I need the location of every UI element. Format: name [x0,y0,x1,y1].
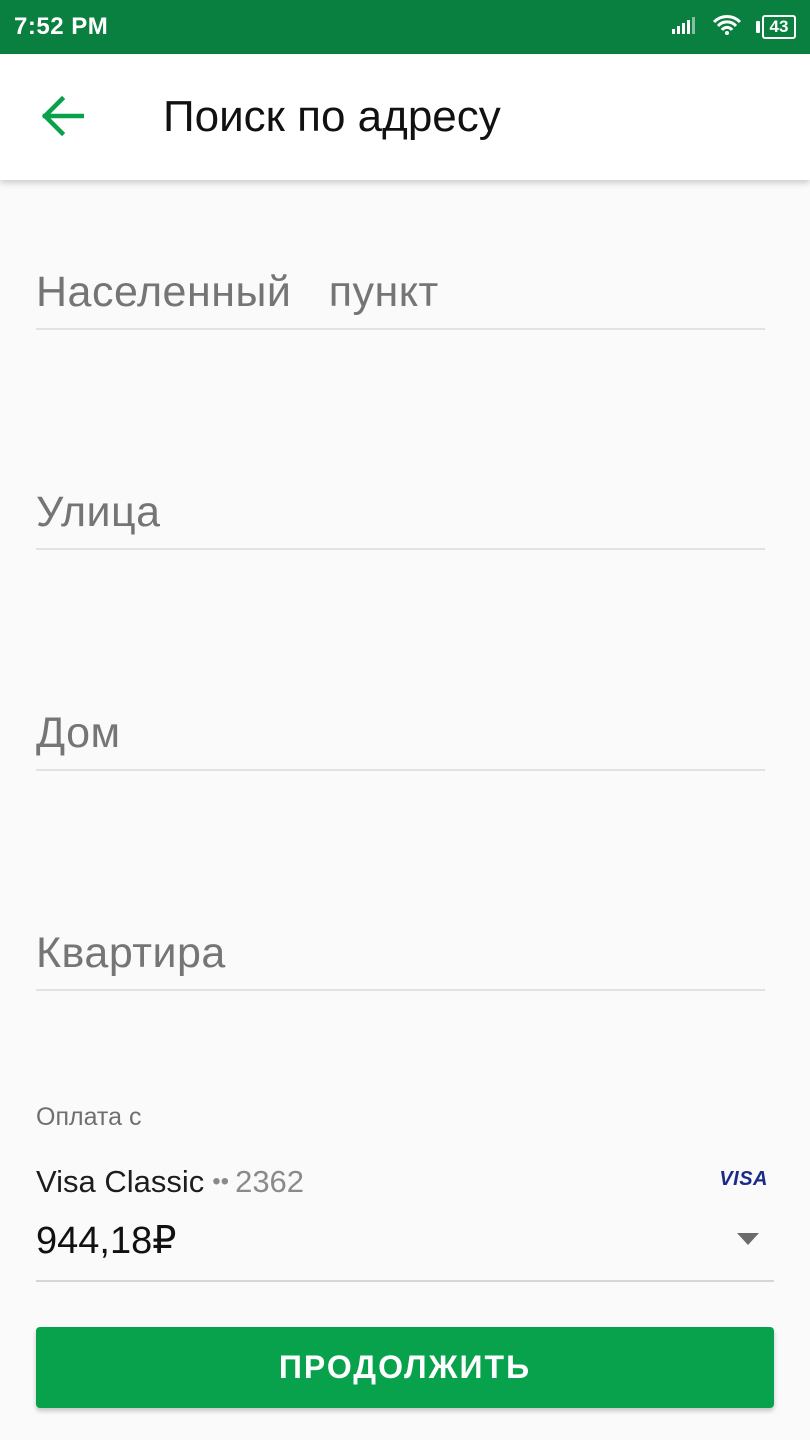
visa-logo-icon: VISA [719,1168,768,1190]
card-number: 2362 [235,1164,305,1199]
payment-source-dropdown[interactable]: 944,18₽ [36,1212,774,1282]
continue-button[interactable]: ПРОДОЛЖИТЬ [36,1327,774,1408]
house-field[interactable]: Дом [36,709,765,771]
arrow-left-icon [40,95,85,141]
settlement-placeholder: Населенный пункт [36,268,439,316]
battery-level: 43 [762,15,796,39]
battery-icon: 43 [756,15,796,39]
card-dots: •• [212,1168,230,1195]
card-balance: 944,18₽ [36,1220,177,1262]
app-bar: Поиск по адресу [0,54,810,180]
street-field[interactable]: Улица [36,488,765,550]
signal-icon [672,16,698,39]
status-bar: 7:52 PM 43 [0,0,810,54]
wifi-icon [712,14,742,41]
settlement-field[interactable]: Населенный пункт [36,268,765,330]
apartment-field[interactable]: Квартира [36,929,765,991]
page-title: Поиск по адресу [163,92,501,141]
status-icons: 43 [672,14,796,41]
street-placeholder: Улица [36,488,161,536]
card-selector[interactable]: Visa Classic •• 2362 VISA [36,1160,774,1204]
apartment-placeholder: Квартира [36,929,226,977]
dropdown-arrow-icon[interactable] [736,1232,760,1251]
back-button[interactable] [38,94,86,142]
payment-caption: Оплата с [36,1103,142,1131]
card-name: Visa Classic [36,1164,205,1199]
status-time: 7:52 PM [14,13,109,40]
house-placeholder: Дом [36,709,121,757]
continue-label: ПРОДОЛЖИТЬ [278,1349,532,1385]
